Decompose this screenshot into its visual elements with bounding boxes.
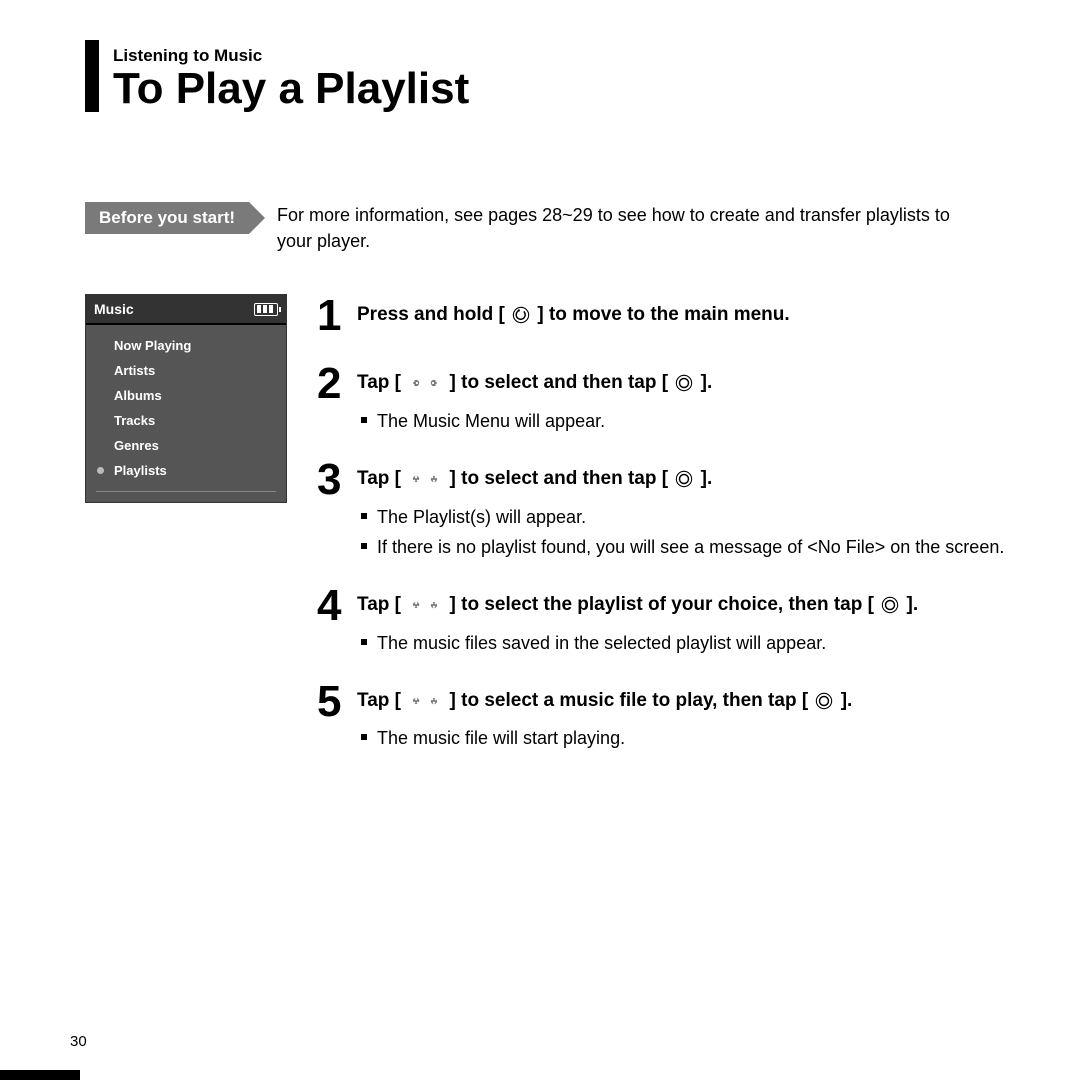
- select-icon: [675, 470, 693, 488]
- step-headline: Tap [ ] to select a music file to play, …: [357, 688, 1010, 714]
- select-icon: [881, 596, 899, 614]
- step: 3Tap [ ] to select and then tap [ ].The …: [317, 458, 1010, 560]
- device-screenshot: Music Now PlayingArtistsAlbumsTracksGenr…: [85, 294, 287, 503]
- page-title: To Play a Playlist: [113, 66, 469, 112]
- step-sub-item: The Playlist(s) will appear.: [357, 504, 1010, 530]
- step-number: 1: [317, 294, 357, 338]
- left-right-icon: [408, 374, 442, 392]
- step-sub-list: The Music Menu will appear.: [357, 396, 1010, 434]
- footer-accent-bar: [0, 1070, 80, 1080]
- step-body: Press and hold [ ] to move to the main m…: [357, 294, 1010, 328]
- step-sub-item: The music files saved in the selected pl…: [357, 630, 1010, 656]
- step-body: Tap [ ] to select the playlist of your c…: [357, 584, 1010, 656]
- device-menu-item: Albums: [86, 383, 286, 408]
- title-accent-bar: [85, 40, 99, 112]
- up-down-icon: [408, 470, 442, 488]
- section-label: Listening to Music: [113, 40, 469, 66]
- step-sub-item: If there is no playlist found, you will …: [357, 534, 1010, 560]
- step-headline: Press and hold [ ] to move to the main m…: [357, 302, 1010, 328]
- step-number: 5: [317, 680, 357, 724]
- step-sub-item: The Music Menu will appear.: [357, 408, 1010, 434]
- step-body: Tap [ ] to select a music file to play, …: [357, 680, 1010, 752]
- step: 1Press and hold [ ] to move to the main …: [317, 294, 1010, 338]
- select-icon: [675, 374, 693, 392]
- step-body: Tap [ ] to select and then tap [ ].The P…: [357, 458, 1010, 560]
- step-body: Tap [ ] to select and then tap [ ]. The M…: [357, 362, 1010, 434]
- device-screen-title: Music: [94, 301, 134, 317]
- device-menu-divider: [96, 491, 276, 492]
- step: 5Tap [ ] to select a music file to play,…: [317, 680, 1010, 752]
- select-icon: [815, 692, 833, 710]
- device-menu: Now PlayingArtistsAlbumsTracksGenresPlay…: [86, 325, 286, 489]
- device-menu-item: Artists: [86, 358, 286, 383]
- back-icon: [512, 306, 530, 324]
- step-sub-list: The music file will start playing.: [357, 713, 1010, 751]
- before-you-start-tag: Before you start!: [85, 202, 249, 234]
- step-headline: Tap [ ] to select and then tap [ ].: [357, 466, 1010, 492]
- step-sub-item: The music file will start playing.: [357, 725, 1010, 751]
- up-down-icon: [408, 596, 442, 614]
- title-block: Listening to Music To Play a Playlist: [85, 40, 1010, 112]
- step-number: 4: [317, 584, 357, 628]
- step-headline: Tap [ ] to select and then tap [ ].: [357, 370, 1010, 396]
- step-headline: Tap [ ] to select the playlist of your c…: [357, 592, 1010, 618]
- device-menu-item: Tracks: [86, 408, 286, 433]
- up-down-icon: [408, 692, 442, 710]
- device-menu-item: Now Playing: [86, 333, 286, 358]
- step: 2Tap [ ] to select and then tap [ ]. The …: [317, 362, 1010, 434]
- device-menu-item: Genres: [86, 433, 286, 458]
- before-you-start-row: Before you start! For more information, …: [85, 202, 1010, 254]
- step-number: 2: [317, 362, 357, 406]
- step-sub-list: The Playlist(s) will appear. If there is …: [357, 492, 1010, 560]
- step-number: 3: [317, 458, 357, 502]
- battery-icon: [254, 303, 278, 316]
- steps-list: 1Press and hold [ ] to move to the main …: [317, 294, 1010, 775]
- page-number: 30: [70, 1033, 87, 1050]
- device-menu-item: Playlists: [86, 458, 286, 483]
- step-sub-list: The music files saved in the selected pl…: [357, 618, 1010, 656]
- before-you-start-text: For more information, see pages 28~29 to…: [277, 202, 977, 254]
- step: 4Tap [ ] to select the playlist of your …: [317, 584, 1010, 656]
